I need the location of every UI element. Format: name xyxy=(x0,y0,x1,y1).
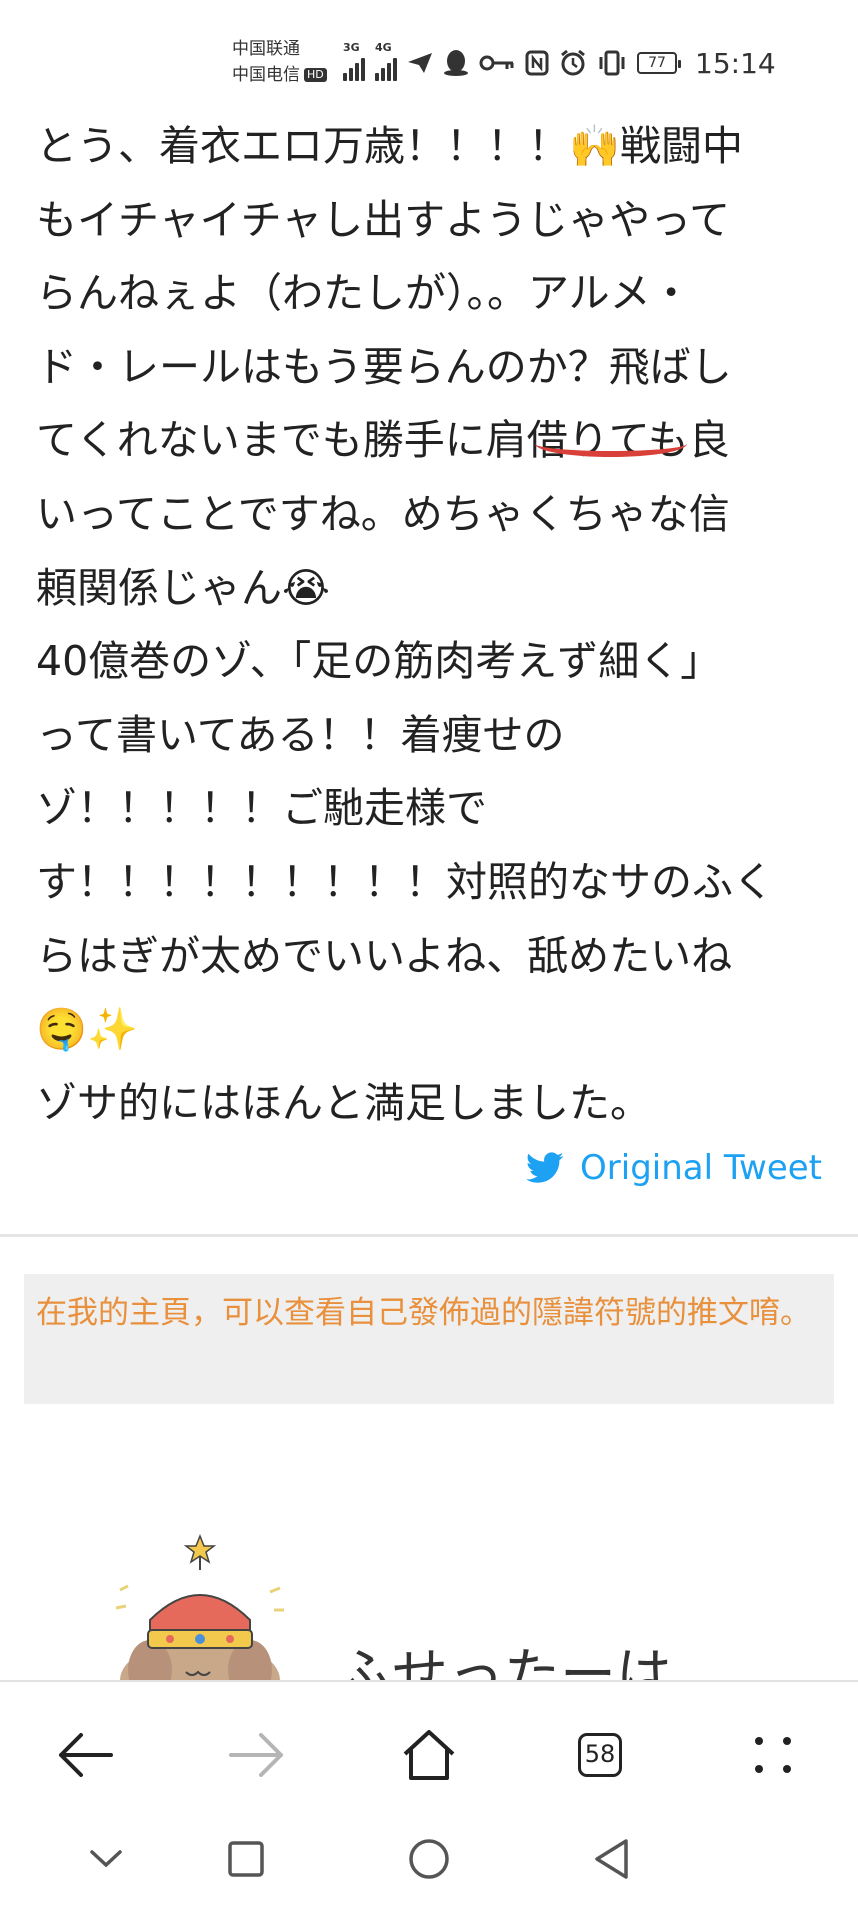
circle-icon xyxy=(409,1839,449,1879)
page: 中国联通 中国电信 HD 3G 4G 77 15:14 とう、着衣エロ万歳！！！！… xyxy=(0,0,858,1907)
system-navigation-bar xyxy=(0,1815,858,1907)
battery-icon: 77 xyxy=(637,52,681,74)
tweet-line: ド・レールはもう要らんのか？飛ばし xyxy=(36,342,732,391)
carrier-1: 中国联通 xyxy=(232,39,300,59)
home-icon xyxy=(403,1730,455,1780)
menu-button[interactable] xyxy=(738,1720,808,1790)
dots-grid-icon xyxy=(755,1737,791,1773)
status-icons: 3G 4G 77 15:14 xyxy=(343,41,776,82)
notice-box: 在我的主頁，可以查看自己發佈過的隱諱符號的推文唷。 xyxy=(24,1274,834,1404)
collapse-nav-button[interactable] xyxy=(76,1829,136,1889)
signal-3g-icon: 3G xyxy=(343,41,365,81)
tweet-line: もイチャイチャし出すようじゃやって xyxy=(36,195,731,244)
forward-button[interactable] xyxy=(222,1720,292,1790)
nfc-icon xyxy=(525,50,549,76)
crown-mascot-illustration xyxy=(115,1533,284,1680)
vibrate-icon xyxy=(599,50,625,76)
original-tweet-label: Original Tweet xyxy=(580,1148,822,1188)
arrow-left-icon xyxy=(59,1733,113,1777)
chevron-down-icon xyxy=(90,1850,122,1868)
tweet-line: いってことですね。めちゃくちゃな信 xyxy=(36,489,730,538)
browser-toolbar: 58 xyxy=(0,1680,858,1817)
tweet-line: ゾサ的にはほんと満足しました。 xyxy=(36,1078,651,1127)
tab-count-badge: 58 xyxy=(578,1733,622,1777)
section-divider xyxy=(0,1234,858,1237)
original-tweet-link[interactable]: Original Tweet xyxy=(526,1148,822,1188)
carrier-info: 中国联通 中国电信 HD xyxy=(232,36,327,88)
tweet-line: ゾ！！！！！ご馳走様で xyxy=(36,784,487,833)
tweet-body: とう、着衣エロ万歳！！！！🙌戦闘中 もイチャイチャし出すようじゃやって らんねぇ… xyxy=(36,110,826,1140)
tweet-line: らんねぇよ（わたしが）。。アルメ・ xyxy=(36,269,692,318)
qq-icon xyxy=(444,50,468,76)
arrow-right-icon xyxy=(229,1733,283,1777)
tweet-line: てくれないまでも勝手に肩借りても良 xyxy=(36,416,730,465)
tweet-line: す！！！！！！！！！対照的なサのふく xyxy=(36,857,774,906)
clock: 15:14 xyxy=(695,46,776,80)
tweet-line: らはぎが太めでいいよね、舐めたいね xyxy=(36,931,733,980)
hd-badge: HD xyxy=(304,68,327,82)
net-1-label: 3G xyxy=(343,41,360,54)
key-icon xyxy=(479,55,514,71)
tabs-button[interactable]: 58 xyxy=(565,1720,635,1790)
back-button[interactable] xyxy=(50,1720,120,1790)
triangle-back-icon xyxy=(595,1839,628,1879)
square-icon xyxy=(228,1841,264,1877)
signal-4g-icon: 4G xyxy=(375,41,397,81)
alarm-icon xyxy=(561,49,585,76)
twitter-bird-icon xyxy=(526,1152,564,1183)
system-back-button[interactable] xyxy=(582,1829,642,1889)
tweet-line: って書いてある！！着痩せの xyxy=(36,710,565,759)
send-icon xyxy=(408,53,432,73)
net-2-label: 4G xyxy=(375,41,392,54)
tweet-line: 40億巻のゾ、「足の筋肉考えず細く」 xyxy=(36,637,722,686)
carrier-2: 中国电信 xyxy=(232,65,300,85)
recent-apps-button[interactable] xyxy=(216,1829,276,1889)
tweet-line: 頼関係じゃん😭 xyxy=(36,563,330,612)
notice-text: 在我的主頁，可以查看自己發佈過的隱諱符號的推文唷。 xyxy=(36,1295,811,1331)
tweet-line: とう、着衣エロ万歳！！！！🙌戦闘中 xyxy=(36,122,744,170)
tweet-line: 🤤✨ xyxy=(36,1005,139,1054)
home-button[interactable] xyxy=(394,1720,464,1790)
system-home-button[interactable] xyxy=(399,1829,459,1889)
status-bar: 中国联通 中国电信 HD 3G 4G 77 15:14 xyxy=(0,0,858,120)
